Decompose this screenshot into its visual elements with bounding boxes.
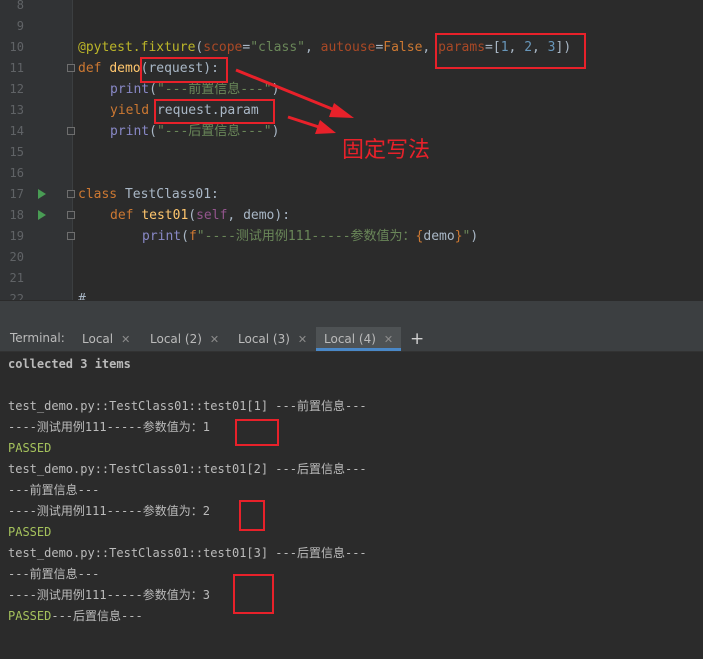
value-1-highlight-box [235,419,279,446]
close-icon[interactable]: ✕ [210,333,219,346]
terminal-line: ---前置信息--- [8,567,100,581]
terminal-label: Terminal: [10,331,65,345]
terminal-line: test_demo.py::TestClass01::test01[1] ---… [8,399,367,413]
terminal-line: test_demo.py::TestClass01::test01[3] ---… [8,546,367,560]
terminal-line: ----测试用例111-----参数值为：2 [8,504,210,518]
teardown-text: ---后置信息--- [51,609,143,623]
terminal-line: ---前置信息--- [8,483,100,497]
value-2-highlight-box [239,500,265,531]
tab-local[interactable]: Local ✕ [74,327,138,351]
value-3-highlight-box [233,574,274,614]
terminal-line: PASSED [8,441,52,455]
close-icon[interactable]: ✕ [298,333,307,346]
terminal-line: test_demo.py::TestClass01::test01[2] ---… [8,462,367,476]
terminal-line: ----测试用例111-----参数值为：1 [8,420,210,434]
new-tab-button[interactable]: + [410,329,424,349]
terminal-line: collected 3 items [8,357,131,371]
terminal-tab-bar: Terminal: Local ✕ Local (2) ✕ Local (3) ✕ L… [0,327,703,352]
tab-local-2[interactable]: Local (2) ✕ [142,327,227,351]
passed-label: PASSED [8,609,52,623]
tab-local-4[interactable]: Local (4) ✕ [316,327,402,351]
tab-local-3[interactable]: Local (3) ✕ [230,327,315,351]
close-icon[interactable]: ✕ [121,333,130,346]
terminal-line: PASSED---后置信息--- [8,606,143,627]
close-icon[interactable]: ✕ [384,333,393,346]
panel-divider[interactable] [0,300,703,327]
annotation-label: 固定写法 [342,138,431,163]
terminal-output[interactable]: collected 3 items test_demo.py::TestClas… [0,352,703,659]
code-editor[interactable]: 8 9 10 @pytest.fixture(scope="class", au… [0,0,703,300]
terminal-line: ----测试用例111-----参数值为：3 [8,588,210,602]
terminal-line: PASSED [8,525,52,539]
